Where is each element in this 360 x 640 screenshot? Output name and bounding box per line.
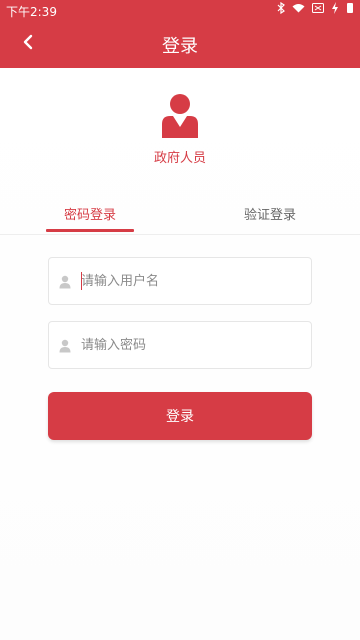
password-input[interactable] bbox=[81, 322, 301, 368]
app-bar: 登录 bbox=[0, 20, 360, 68]
role-label: 政府人员 bbox=[153, 151, 206, 166]
user-icon bbox=[59, 338, 71, 353]
status-icons bbox=[277, 1, 354, 17]
user-icon bbox=[59, 274, 71, 289]
login-tabs: 密码登录 验证登录 bbox=[0, 200, 360, 235]
login-button[interactable]: 登录 bbox=[48, 392, 312, 440]
login-button-label: 登录 bbox=[166, 409, 194, 425]
bluetooth-icon bbox=[277, 1, 285, 17]
tab-password-login[interactable]: 密码登录 bbox=[64, 204, 116, 223]
password-field bbox=[48, 321, 312, 369]
battery-level-icon bbox=[346, 2, 354, 17]
username-field bbox=[48, 257, 312, 305]
login-content: 政府人员 密码登录 验证登录 登录 bbox=[0, 68, 360, 640]
wifi-icon bbox=[292, 3, 305, 16]
username-input[interactable] bbox=[81, 258, 301, 304]
active-tab-indicator bbox=[46, 229, 134, 232]
page-title: 登录 bbox=[162, 36, 198, 57]
status-bar: 下午2:39 bbox=[0, 0, 360, 20]
status-time: 下午2:39 bbox=[6, 5, 57, 19]
person-icon bbox=[160, 94, 200, 140]
charging-icon bbox=[331, 2, 339, 17]
battery-icon bbox=[312, 3, 324, 16]
tab-verification-login[interactable]: 验证登录 bbox=[244, 204, 296, 223]
text-cursor bbox=[81, 272, 82, 290]
